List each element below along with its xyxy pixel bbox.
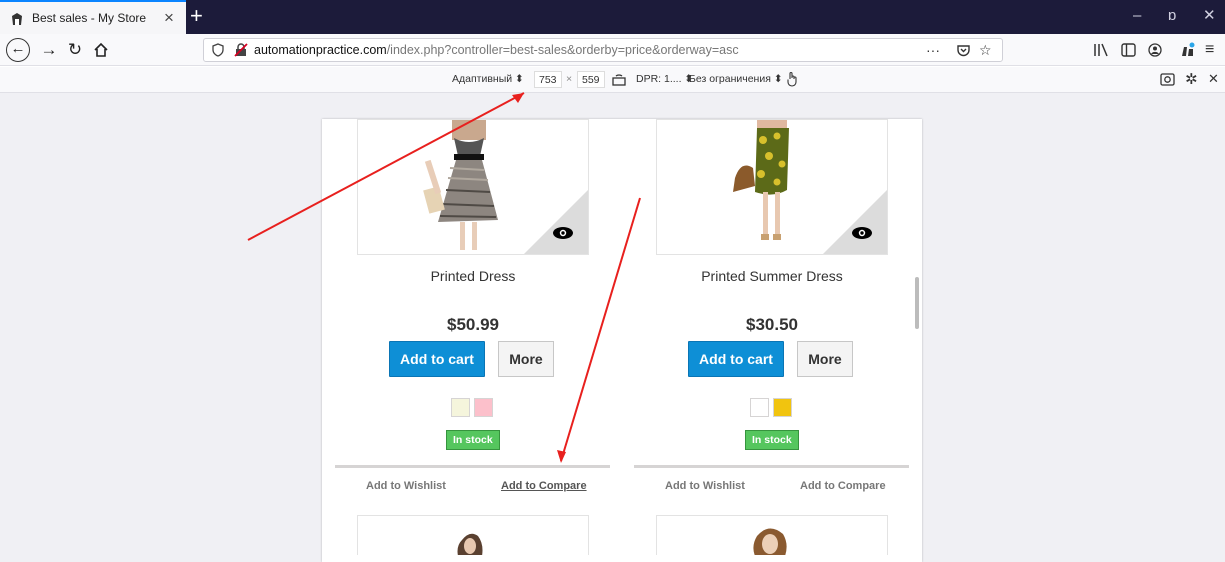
next-product-image[interactable] [358,516,589,555]
quick-view-eye-icon[interactable] [851,226,873,240]
minimize-icon[interactable]: – [1133,7,1141,25]
viewport-height-input[interactable]: 559 [577,71,605,88]
product-name[interactable]: Printed Summer Dress [656,268,888,284]
tab-best-sales[interactable]: Best sales - My Store × [0,0,186,34]
pocket-icon[interactable] [956,43,971,58]
insecure-lock-icon[interactable] [234,43,248,57]
product-name[interactable]: Printed Dress [357,268,589,284]
menu-icon[interactable]: ≡ [1205,41,1214,59]
page-viewport: Printed Dress $50.99 Add to cart More In… [0,93,1225,562]
device-selector[interactable]: Адаптивный ⬍ [452,73,524,85]
product-image-box[interactable] [656,119,888,255]
color-swatch-pink[interactable] [474,398,493,417]
color-swatch-beige[interactable] [451,398,470,417]
bookmark-star-icon[interactable]: ☆ [979,41,992,59]
quick-view-eye-icon[interactable] [552,226,574,240]
next-product-image-box[interactable] [357,515,589,555]
tab-close-icon[interactable]: × [164,8,174,28]
product-list-page: Printed Dress $50.99 Add to cart More In… [322,119,922,562]
in-stock-badge: In stock [745,430,799,450]
home-icon[interactable] [90,39,112,61]
library-icon[interactable] [1093,43,1109,57]
store-favicon-icon [12,13,22,25]
tab-bar: Best sales - My Store × + – ɒ ✕ [0,0,1225,34]
add-to-cart-button[interactable]: Add to cart [688,341,784,377]
rotate-viewport-icon[interactable] [612,72,626,86]
dpr-selector[interactable]: DPR: 1.... ⬍ [636,73,693,85]
add-to-wishlist-link[interactable]: Add to Wishlist [665,480,745,492]
extensions-icon[interactable] [1180,42,1196,58]
responsive-design-toolbar: Адаптивный ⬍ 753 × 559 DPR: 1.... ⬍ Без … [0,67,1225,93]
product-image-box[interactable] [357,119,589,255]
new-tab-icon[interactable]: + [190,3,203,29]
color-swatch-yellow[interactable] [773,398,792,417]
color-swatch-white[interactable] [750,398,769,417]
back-icon[interactable]: ← [6,38,30,62]
dimension-separator: × [566,73,573,85]
add-to-cart-button[interactable]: Add to cart [389,341,485,377]
throttling-selector[interactable]: Без ограничения ⬍ [689,73,783,85]
navigation-bar: ← → ↻ automationpractice.com/index.php?c… [0,34,1225,66]
close-responsive-mode-icon[interactable]: ✕ [1208,71,1219,87]
sidebar-icon[interactable] [1121,43,1136,57]
account-icon[interactable] [1148,43,1162,57]
tracking-shield-icon[interactable] [212,43,224,57]
url-bar[interactable]: automationpractice.com/index.php?control… [203,38,1003,62]
product-price: $50.99 [447,315,499,334]
image-corner [524,190,588,254]
reload-icon[interactable]: ↻ [64,39,86,61]
image-corner [823,190,887,254]
more-button[interactable]: More [498,341,554,377]
functional-buttons-divider [335,465,610,468]
page-actions-icon[interactable]: ··· [926,41,940,59]
window-close-icon[interactable]: ✕ [1203,7,1216,25]
product-price: $30.50 [746,315,798,334]
add-to-compare-link[interactable]: Add to Compare [501,480,587,492]
functional-buttons-divider [634,465,909,468]
screenshot-icon[interactable] [1160,72,1175,86]
in-stock-badge: In stock [446,430,500,450]
next-product-image[interactable] [657,516,888,555]
url-text[interactable]: automationpractice.com/index.php?control… [254,43,739,57]
touch-simulation-icon[interactable] [786,71,798,87]
next-product-image-box[interactable] [656,515,888,555]
settings-gear-icon[interactable]: ✲ [1185,70,1198,88]
forward-icon[interactable]: → [38,39,60,61]
add-to-compare-link[interactable]: Add to Compare [800,480,886,492]
add-to-wishlist-link[interactable]: Add to Wishlist [366,480,446,492]
tab-title: Best sales - My Store [32,11,147,25]
more-button[interactable]: More [797,341,853,377]
page-scrollbar-thumb[interactable] [915,277,919,329]
restore-icon[interactable]: ɒ [1168,7,1176,25]
viewport-width-input[interactable]: 753 [534,71,562,88]
